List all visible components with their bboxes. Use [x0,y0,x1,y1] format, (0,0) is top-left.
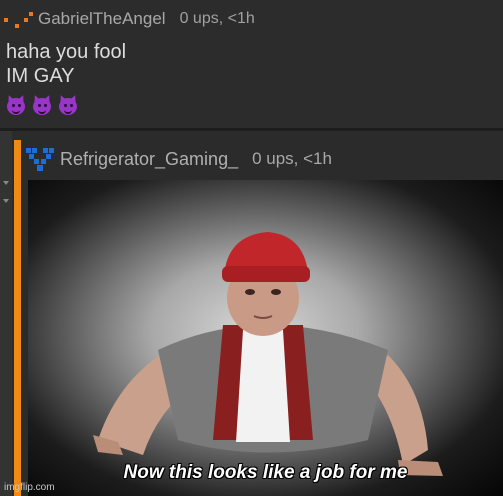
comment-line: haha you fool [6,41,127,63]
meme-figure-illustration [93,232,443,476]
comment-line: IM GAY [6,65,75,87]
reply-username-link[interactable]: Refrigerator_Gaming_ [60,149,238,170]
reply-thread-line[interactable] [14,140,21,496]
meme-image[interactable]: Now this looks like a job for me [28,180,503,496]
smiling-imp-icon [6,94,26,115]
imgflip-watermark: imgflip.com [4,482,55,493]
smiling-imp-icon [58,94,78,115]
thread-sidebar [0,131,12,496]
top-comment-header: GabrielTheAngel 0 ups, <1h [4,8,255,30]
reply-header: Refrigerator_Gaming_ 0 ups, <1h [26,145,332,173]
collapse-arrow-icon[interactable] [3,199,9,203]
emoji-row [6,94,78,115]
smiling-imp-icon [32,94,52,115]
collapse-arrow-icon[interactable] [3,181,9,185]
top-comment: GabrielTheAngel 0 ups, <1h haha you fool… [0,0,503,128]
reply-meta: 0 ups, <1h [252,149,332,168]
refrigerator-avatar-icon[interactable] [26,146,54,172]
user-avatar-icon[interactable] [4,9,34,29]
comment-meta: 0 ups, <1h [179,10,255,27]
meme-caption: Now this looks like a job for me [123,462,408,483]
comment-divider [0,128,503,131]
comment-body: haha you fool IM GAY [6,40,126,88]
username-link[interactable]: GabrielTheAngel [38,9,166,29]
